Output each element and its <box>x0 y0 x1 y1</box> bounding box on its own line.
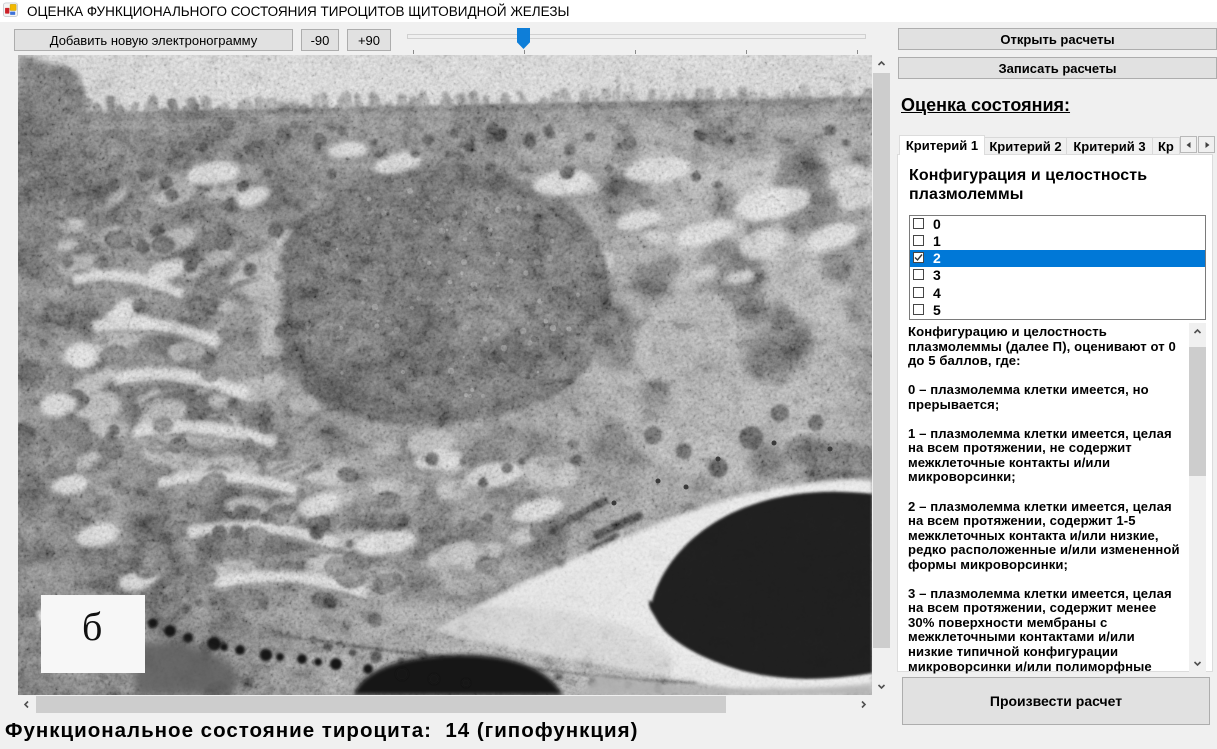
svg-text:б: б <box>82 604 102 649</box>
